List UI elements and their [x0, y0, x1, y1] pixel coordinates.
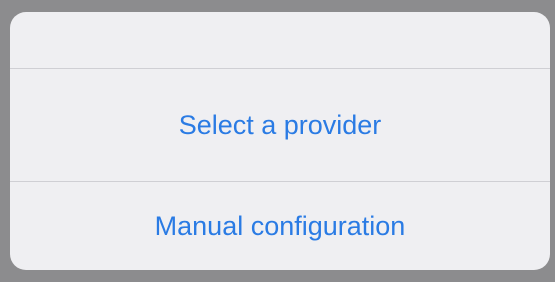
action-sheet-top-item[interactable]	[10, 12, 550, 68]
manual-configuration-button[interactable]: Manual configuration	[10, 182, 550, 270]
select-provider-button[interactable]: Select a provider	[10, 69, 550, 181]
action-sheet: Select a provider Manual configuration	[10, 12, 550, 270]
